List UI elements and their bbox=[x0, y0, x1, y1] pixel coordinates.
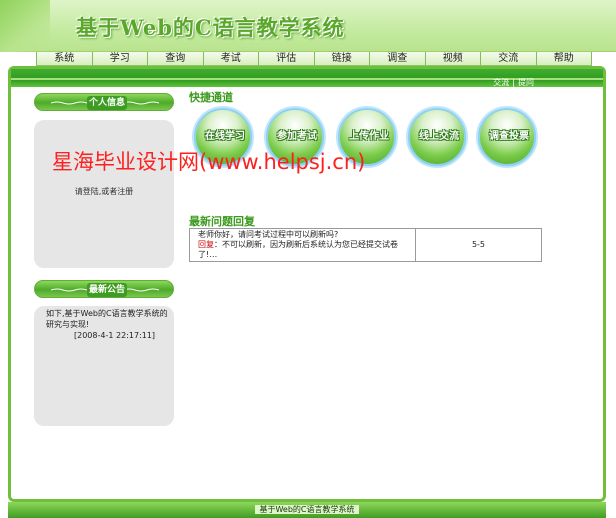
link-ask[interactable]: 提问 bbox=[515, 78, 537, 87]
notice-title: 最新公告 bbox=[87, 283, 127, 297]
site-header: 基于Web的C语言教学系统 bbox=[0, 0, 616, 52]
quick-access-title: 快捷通道 bbox=[189, 91, 233, 104]
table-row[interactable]: 老师你好，请问考试过程中可以刷新吗? 回复：不可以刷新，因为刷新后系统认为您已经… bbox=[190, 229, 416, 261]
latest-replies-title: 最新问题回复 bbox=[189, 215, 255, 228]
nav-item-query[interactable]: 查询 bbox=[148, 52, 204, 65]
nav-item-help[interactable]: 帮助 bbox=[536, 52, 592, 65]
nav-item-survey[interactable]: 调查 bbox=[370, 52, 426, 65]
notice-date: [2008-4-1 22:17:11] bbox=[74, 331, 156, 340]
footer-text: 基于Web的C语言教学系统 bbox=[255, 505, 359, 514]
latest-replies-table: 老师你好，请问考试过程中可以刷新吗? 回复：不可以刷新，因为刷新后系统认为您已经… bbox=[189, 228, 542, 262]
notice-text: 如下,基于Web的C语言教学系统的研究与实现! bbox=[46, 309, 168, 329]
top-links: 交流 | 提问 bbox=[490, 78, 537, 87]
answer-line: 回复：不可以刷新，因为刷新后系统认为您已经提交试卷了!… bbox=[198, 240, 398, 259]
notice-item[interactable]: 如下,基于Web的C语言教学系统的研究与实现! [2008-4-1 22:17:… bbox=[46, 308, 170, 341]
link-discuss[interactable]: 交流 bbox=[490, 78, 512, 87]
answer-text: 不可以刷新，因为刷新后系统认为您已经提交试卷了!… bbox=[198, 240, 398, 259]
header-decoration bbox=[0, 0, 50, 52]
nav-item-video[interactable]: 视频 bbox=[425, 52, 481, 65]
question-text: 老师你好，请问考试过程中可以刷新吗? bbox=[198, 230, 339, 239]
quick-button-label: 参加考试 bbox=[277, 131, 317, 142]
notice-header: 最新公告 bbox=[34, 280, 174, 298]
user-info-title: 个人信息 bbox=[87, 96, 127, 110]
user-info-box: 请登陆,或者注册 bbox=[34, 120, 174, 268]
quick-survey-vote-button[interactable]: 调查投票 bbox=[476, 106, 538, 168]
nav-item-learn[interactable]: 学习 bbox=[92, 52, 148, 65]
nav-item-discuss[interactable]: 交流 bbox=[481, 52, 537, 65]
user-info-header: 个人信息 bbox=[34, 93, 174, 111]
answer-label: 回复 bbox=[198, 240, 214, 249]
main-nav: 系统 学习 查询 考试 评估 链接 调查 视频 交流 帮助 bbox=[36, 52, 592, 66]
nav-item-system[interactable]: 系统 bbox=[36, 52, 93, 65]
site-title: 基于Web的C语言教学系统 bbox=[76, 15, 345, 40]
login-prompt[interactable]: 请登陆,或者注册 bbox=[34, 186, 174, 197]
nav-item-evaluate[interactable]: 评估 bbox=[259, 52, 315, 65]
frame-top-bar: 交流 | 提问 bbox=[11, 69, 603, 87]
nav-item-links[interactable]: 链接 bbox=[314, 52, 370, 65]
quick-online-discuss-button[interactable]: 线上交流 bbox=[406, 106, 468, 168]
site-footer: 基于Web的C语言教学系统 bbox=[8, 502, 606, 518]
quick-button-label: 调查投票 bbox=[489, 131, 529, 142]
notice-box: 如下,基于Web的C语言教学系统的研究与实现! [2008-4-1 22:17:… bbox=[34, 306, 174, 426]
quick-button-label: 上传作业 bbox=[349, 131, 389, 142]
reply-count: 5-5 bbox=[471, 240, 486, 249]
nav-item-exam[interactable]: 考试 bbox=[203, 52, 259, 65]
quick-button-label: 线上交流 bbox=[419, 131, 459, 142]
watermark-text: 星海毕业设计网(www.helpsj.cn) bbox=[52, 150, 366, 174]
quick-button-label: 在线学习 bbox=[205, 131, 245, 142]
